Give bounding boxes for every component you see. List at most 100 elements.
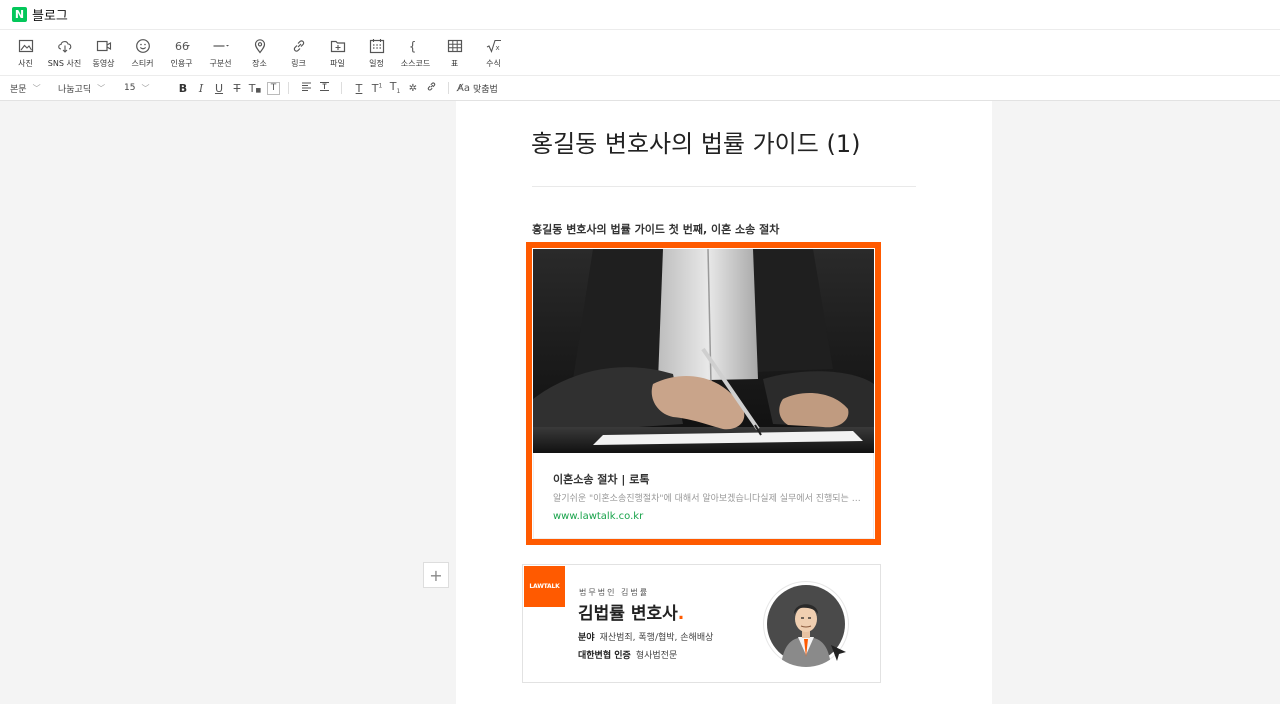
og-link-card[interactable]: 이혼소송 절차 | 로톡 알기쉬운 "이혼소송진행절차"에 대해서 알아보겠습니… bbox=[526, 242, 881, 545]
background-color-icon[interactable]: T bbox=[267, 81, 280, 95]
map-pin-icon bbox=[254, 38, 265, 53]
link-card-image bbox=[533, 249, 874, 453]
toolbar-label: 동영상 bbox=[92, 58, 115, 68]
photo-button[interactable]: 사진 bbox=[6, 30, 45, 76]
certification-label: 대한변협 인증 bbox=[578, 651, 631, 661]
lawyer-name: 김법률 변호사. bbox=[578, 599, 684, 624]
certification-row: 대한변협 인증 형사법전문 bbox=[578, 648, 677, 661]
special-char-icon[interactable]: ✲ bbox=[404, 83, 422, 94]
practice-field-label: 분야 bbox=[578, 633, 595, 643]
file-button[interactable]: 파일 bbox=[318, 30, 357, 76]
naver-logo[interactable]: N bbox=[12, 7, 27, 22]
table-button[interactable]: 표 bbox=[435, 30, 474, 76]
subscript-icon[interactable]: T1 bbox=[386, 80, 404, 95]
toolbar-label: 장소 bbox=[252, 58, 267, 68]
toolbar-label: 표 bbox=[450, 58, 459, 68]
font-color-icon[interactable]: T■ bbox=[246, 82, 264, 95]
sticker-button[interactable]: 스티커 bbox=[123, 30, 162, 76]
app-title[interactable]: 블로그 bbox=[32, 5, 68, 24]
formula-button[interactable]: x 수식 bbox=[474, 30, 513, 76]
app-header: N 블로그 bbox=[0, 0, 1280, 30]
schedule-button[interactable]: 일정 bbox=[357, 30, 396, 76]
practice-field-value: 재산범죄, 폭행/협박, 손해배상 bbox=[599, 633, 714, 643]
smiley-icon bbox=[135, 38, 150, 53]
align-left-glyph bbox=[301, 82, 311, 91]
toolbar-label: 링크 bbox=[291, 58, 306, 68]
font-select[interactable]: 나눔고딕 ﹀ bbox=[58, 82, 124, 95]
practice-field-row: 분야 재산범죄, 폭행/협박, 손해배상 bbox=[578, 630, 713, 643]
strikethrough-icon[interactable]: T bbox=[228, 82, 246, 95]
cursor-arrow-icon bbox=[831, 645, 846, 661]
link-card-url[interactable]: www.lawtalk.co.kr bbox=[553, 511, 643, 522]
link-card-title[interactable]: 이혼소송 절차 | 로톡 bbox=[553, 471, 649, 487]
toolbar-label: 소스코드 bbox=[400, 58, 431, 68]
file-icon bbox=[330, 40, 345, 52]
italic-icon[interactable]: I bbox=[192, 82, 210, 95]
format-toolbar: 본문 ﹀ 나눔고딕 ﹀ 15 ﹀ B I U T T■ T T T1 T1 ✲ … bbox=[0, 76, 1280, 101]
line-spacing-icon[interactable] bbox=[315, 81, 333, 95]
title-divider bbox=[532, 186, 916, 187]
code-icon: { } bbox=[409, 39, 424, 53]
bold-icon[interactable]: B bbox=[174, 82, 192, 95]
post-subtitle[interactable]: 홍길동 변호사의 법률 가이드 첫 번째, 이혼 소송 절차 bbox=[532, 221, 779, 237]
toolbar-label: 인용구 bbox=[170, 58, 193, 68]
spellcheck-icon: A̸a bbox=[457, 82, 470, 94]
plus-icon: + bbox=[429, 565, 443, 585]
accent-dot: . bbox=[677, 604, 685, 624]
toolbar-label: 수식 bbox=[486, 58, 501, 68]
toolbar-label: 일정 bbox=[369, 58, 384, 68]
lawyer-profile-card[interactable]: LAWTALK 법무법인 김법률 김법률 변호사. 분야 재산범죄, 폭행/협박,… bbox=[522, 564, 881, 683]
toolbar-label: SNS 사진 bbox=[47, 58, 82, 68]
lawyer-name-text: 김법률 변호사 bbox=[578, 604, 678, 624]
post-title[interactable]: 홍길동 변호사의 법률 가이드 (1) bbox=[531, 124, 860, 159]
lawtalk-logo: LAWTALK bbox=[524, 566, 565, 607]
chevron-down-icon: ﹀ bbox=[97, 83, 106, 93]
svg-text:66: 66 bbox=[175, 40, 189, 53]
link-icon bbox=[293, 39, 304, 52]
video-button[interactable]: 동영상 bbox=[84, 30, 123, 76]
toolbar-divider bbox=[341, 82, 342, 94]
font-size-select[interactable]: 15 ﹀ bbox=[124, 83, 174, 94]
underline-icon[interactable]: U bbox=[210, 82, 228, 95]
font-size-value: 15 bbox=[124, 83, 136, 93]
toolbar-divider bbox=[288, 82, 289, 94]
calendar-icon bbox=[369, 38, 384, 53]
chevron-down-icon: ﹀ bbox=[141, 83, 150, 93]
formula-icon: x bbox=[486, 39, 501, 53]
add-component-button[interactable]: + bbox=[423, 562, 449, 588]
law-firm-name: 법무법인 김법률 bbox=[579, 588, 650, 597]
certification-value: 형사법전문 bbox=[635, 651, 678, 661]
font-value: 나눔고딕 bbox=[58, 84, 92, 95]
video-icon bbox=[96, 40, 111, 51]
sns-photo-button[interactable]: SNS 사진 bbox=[45, 30, 84, 76]
signing-document-photo bbox=[533, 249, 874, 453]
divider-icon bbox=[213, 44, 229, 47]
place-button[interactable]: 장소 bbox=[240, 30, 279, 76]
paragraph-style-value: 본문 bbox=[10, 84, 27, 95]
link-button[interactable]: 링크 bbox=[279, 30, 318, 76]
superscript-icon[interactable]: T1 bbox=[368, 82, 386, 95]
link-card-info: 이혼소송 절차 | 로톡 알기쉬운 "이혼소송진행절차"에 대해서 알아보겠습니… bbox=[533, 453, 874, 539]
link-icon[interactable] bbox=[422, 81, 440, 95]
source-code-button[interactable]: { } 소스코드 bbox=[396, 30, 435, 76]
line-spacing-glyph bbox=[319, 82, 329, 91]
spellcheck-button[interactable]: A̸a 맞춤법 bbox=[457, 82, 498, 95]
quote-button[interactable]: 66 인용구 bbox=[162, 30, 201, 76]
chevron-down-icon: ﹀ bbox=[32, 83, 41, 93]
spellcheck-label: 맞춤법 bbox=[472, 84, 498, 95]
toolbar-label: 스티커 bbox=[131, 58, 154, 68]
toolbar-label: 사진 bbox=[18, 58, 33, 68]
toolbar-label: 구분선 bbox=[209, 58, 232, 68]
image-icon bbox=[18, 39, 33, 52]
table-icon bbox=[447, 39, 462, 52]
paragraph-style-select[interactable]: 본문 ﹀ bbox=[10, 82, 58, 95]
cloud-download-icon bbox=[57, 40, 71, 53]
link-card-description: 알기쉬운 "이혼소송진행절차"에 대해서 알아보겠습니다실제 실무에서 진행되는… bbox=[553, 494, 863, 504]
toolbar-label: 파일 bbox=[330, 58, 345, 68]
link-glyph bbox=[427, 82, 435, 91]
svg-text:x: x bbox=[495, 44, 499, 52]
align-left-icon[interactable] bbox=[297, 81, 315, 95]
letter-spacing-icon[interactable]: T bbox=[350, 82, 368, 95]
toolbar-divider bbox=[448, 82, 449, 94]
divider-button[interactable]: 구분선 bbox=[201, 30, 240, 76]
